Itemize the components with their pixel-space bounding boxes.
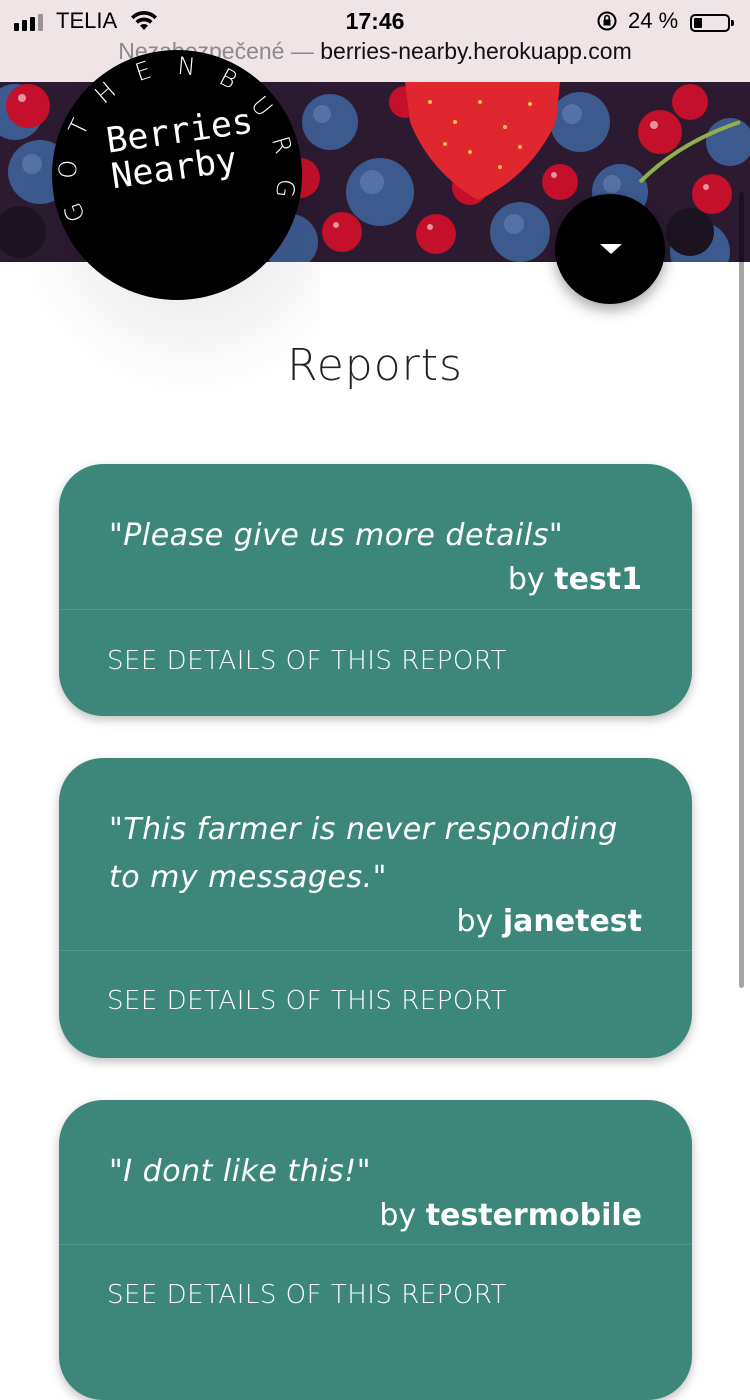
logo-city-letter: N: [176, 52, 196, 81]
report-quote: "This farmer is never responding to my m…: [109, 812, 618, 895]
report-quote: "Please give us more details": [109, 518, 564, 553]
report-card: "I dont like this!" by testermobile SEE …: [59, 1100, 692, 1400]
caret-down-icon: [600, 244, 622, 254]
see-details-link[interactable]: SEE DETAILS OF THIS REPORT: [107, 646, 507, 676]
logo-city-letter: B: [215, 63, 242, 95]
orientation-lock-icon: [597, 11, 617, 31]
url-host: berries-nearby.herokuapp.com: [320, 38, 632, 64]
report-username: testermobile: [425, 1198, 642, 1233]
report-card: "This farmer is never responding to my m…: [59, 758, 692, 1058]
report-username: test1: [554, 562, 642, 597]
report-card: "Please give us more details" by test1 S…: [59, 464, 692, 716]
logo-city-letter: E: [132, 56, 155, 87]
page-title: Reports: [287, 340, 463, 391]
logo-city-letter: H: [89, 76, 121, 109]
report-author: by test1: [507, 562, 642, 597]
see-details-link[interactable]: SEE DETAILS OF THIS REPORT: [107, 1280, 507, 1310]
logo-city-letter: G: [270, 177, 300, 199]
see-details-link[interactable]: SEE DETAILS OF THIS REPORT: [107, 986, 507, 1016]
logo-city-letter: T: [63, 114, 95, 140]
logo-city-letter: R: [266, 133, 298, 157]
scrollbar[interactable]: [739, 192, 744, 988]
report-author: by testermobile: [379, 1198, 642, 1233]
logo-city-letter: O: [54, 159, 83, 179]
menu-toggle-button[interactable]: [555, 194, 665, 304]
battery-percentage: 24 %: [628, 8, 679, 33]
report-username: janetest: [502, 904, 642, 939]
battery-icon: [690, 14, 734, 32]
logo-city-letter: G: [58, 199, 91, 226]
report-author: by janetest: [456, 904, 642, 939]
berries-nearby-logo[interactable]: GOTHENBURG Berries Nearby: [52, 50, 302, 300]
report-quote: "I dont like this!": [109, 1154, 371, 1189]
